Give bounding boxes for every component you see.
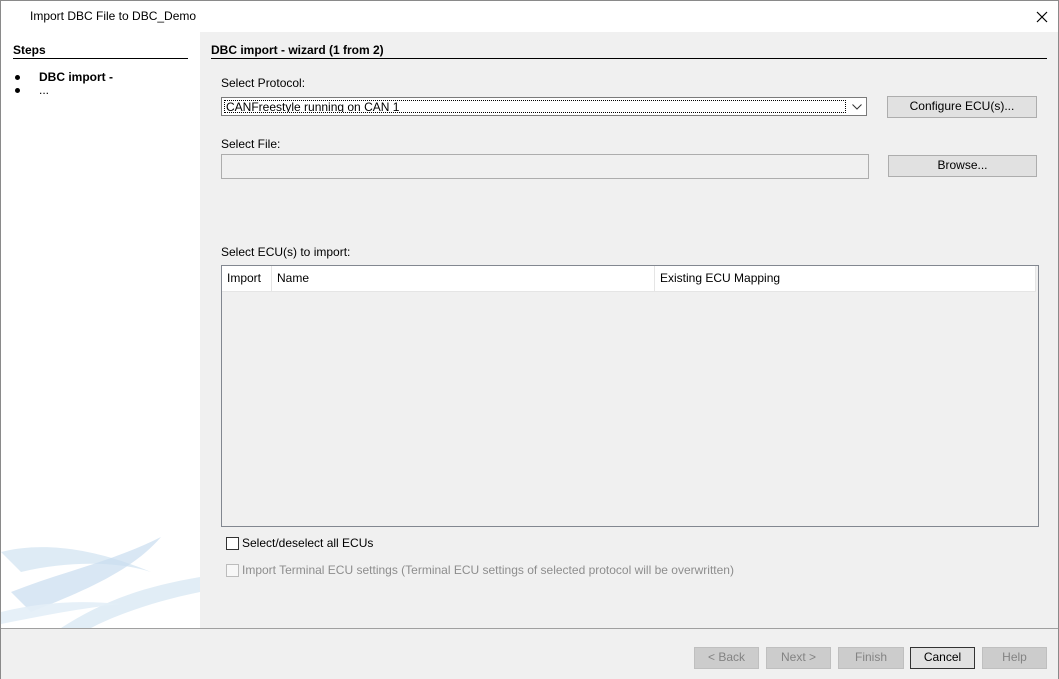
select-all-label[interactable]: Select/deselect all ECUs — [242, 536, 373, 550]
import-terminal-checkbox — [226, 564, 239, 577]
finish-button[interactable]: Finish — [838, 647, 904, 669]
title-bar: Import DBC File to DBC_Demo — [1, 1, 1058, 32]
step-label: ... — [39, 83, 50, 97]
help-button[interactable]: Help — [982, 647, 1047, 669]
bullet-icon — [15, 75, 20, 80]
protocol-select-value: CANFreestyle running on CAN 1 — [224, 100, 846, 113]
next-button[interactable]: Next > — [766, 647, 831, 669]
protocol-select[interactable]: CANFreestyle running on CAN 1 — [221, 97, 867, 116]
column-header-name[interactable]: Name — [272, 266, 655, 291]
ecu-label: Select ECU(s) to import: — [221, 245, 351, 259]
wizard-heading: DBC import - wizard (1 from 2) — [211, 43, 384, 57]
steps-heading: Steps — [13, 43, 46, 57]
configure-ecu-button[interactable]: Configure ECU(s)... — [887, 96, 1037, 118]
column-header-existing-mapping[interactable]: Existing ECU Mapping — [655, 266, 1036, 291]
steps-sidebar: Steps DBC import - ... — [1, 32, 200, 628]
close-button[interactable] — [1026, 1, 1058, 32]
step-label: DBC import - — [39, 70, 113, 84]
protocol-label: Select Protocol: — [221, 76, 306, 90]
chevron-down-icon[interactable] — [848, 98, 866, 115]
steps-divider — [13, 58, 188, 59]
bullet-icon — [15, 88, 20, 93]
window-title: Import DBC File to DBC_Demo — [30, 9, 197, 23]
import-terminal-label: Import Terminal ECU settings (Terminal E… — [242, 563, 734, 577]
close-icon — [1036, 11, 1048, 22]
file-label: Select File: — [221, 137, 281, 151]
ecu-table[interactable]: Import Name Existing ECU Mapping — [221, 265, 1039, 527]
browse-button[interactable]: Browse... — [888, 155, 1037, 177]
file-path-input[interactable] — [221, 154, 869, 179]
column-header-import[interactable]: Import — [222, 266, 272, 291]
wizard-divider — [211, 58, 1047, 59]
table-header: Import Name Existing ECU Mapping — [222, 266, 1036, 292]
dialog-window: Import DBC File to DBC_Demo Steps DBC im… — [0, 0, 1059, 679]
select-all-checkbox[interactable] — [226, 537, 239, 550]
swoosh-graphic — [1, 537, 200, 628]
wizard-panel: DBC import - wizard (1 from 2) Select Pr… — [200, 32, 1058, 628]
button-bar: < Back Next > Finish Cancel Help — [1, 628, 1058, 679]
cancel-button[interactable]: Cancel — [910, 647, 975, 669]
back-button[interactable]: < Back — [694, 647, 759, 669]
